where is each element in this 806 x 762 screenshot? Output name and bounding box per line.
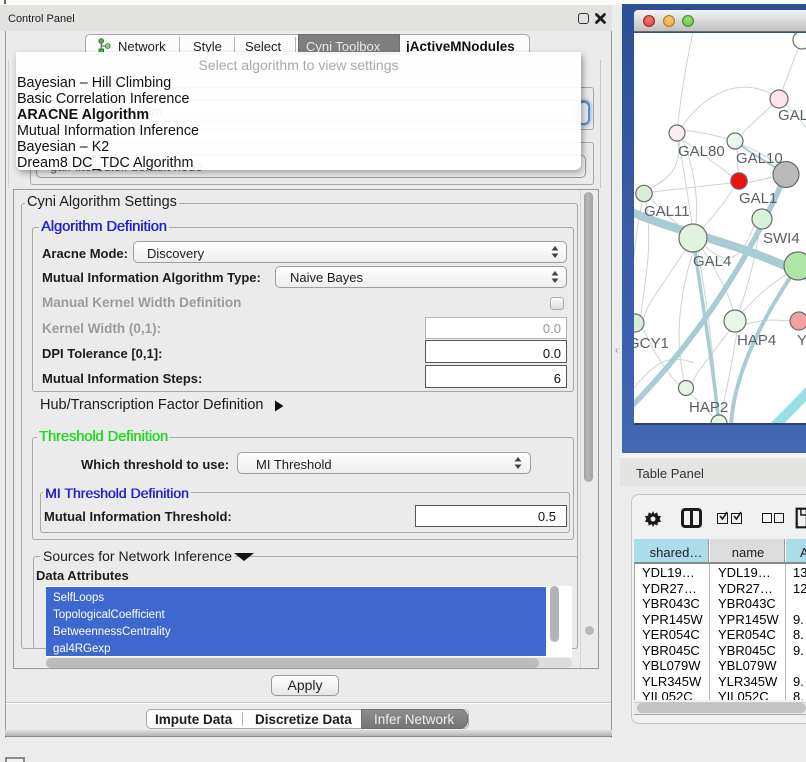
svg-text:GAL4: GAL4 [693,253,731,270]
svg-text:GAL11: GAL11 [644,203,690,220]
svg-text:GAL1: GAL1 [739,190,777,207]
svg-text:HAP2: HAP2 [689,399,728,416]
svg-text:SWI4: SWI4 [763,230,800,247]
svg-text:YJ: YJ [797,332,806,349]
svg-text:GAL7: GAL7 [778,107,806,124]
svg-text:HAP4: HAP4 [737,332,776,349]
svg-text:GCY1: GCY1 [634,335,669,352]
svg-text:GAL10: GAL10 [736,150,783,167]
svg-text:GAL80: GAL80 [678,143,725,160]
